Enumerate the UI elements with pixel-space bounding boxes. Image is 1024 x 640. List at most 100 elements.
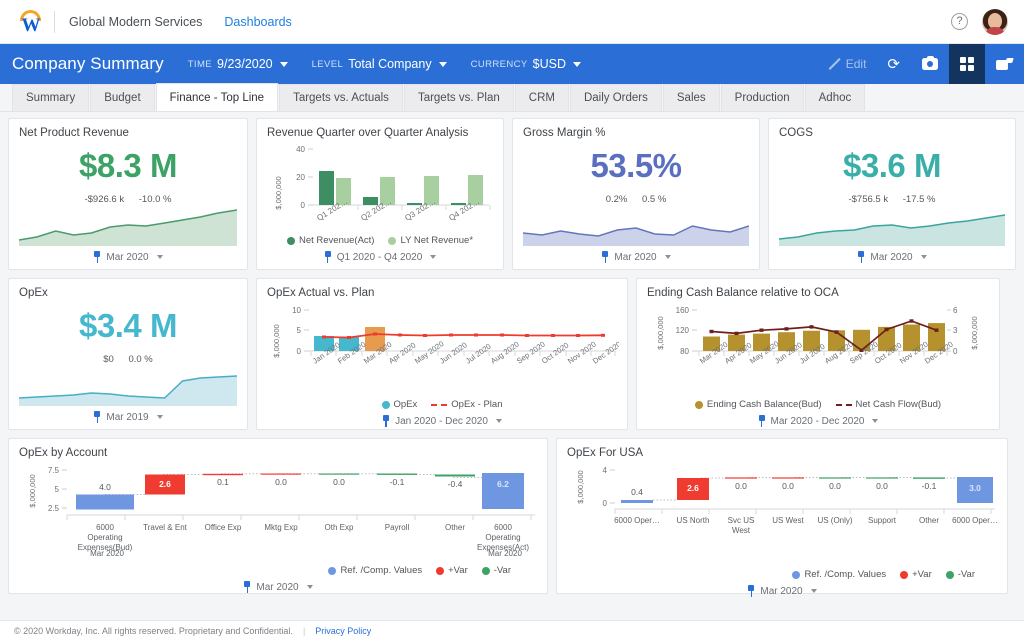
tab-sales[interactable]: Sales bbox=[663, 84, 720, 111]
chevron-down-icon[interactable] bbox=[157, 415, 163, 419]
card-gross-margin[interactable]: Gross Margin % 53.5% 0.2% 0.5 % Mar 2020 bbox=[512, 118, 760, 270]
card-net-product-revenue[interactable]: Net Product Revenue $8.3 M -$926.6 k -10… bbox=[8, 118, 248, 270]
kpi-deltas: 0.2% 0.5 % bbox=[523, 194, 749, 205]
tab-daily-orders[interactable]: Daily Orders bbox=[570, 84, 662, 111]
legend-label: Ref. /Comp. Values bbox=[340, 565, 422, 576]
edit-button[interactable]: Edit bbox=[817, 44, 877, 84]
tab-adhoc[interactable]: Adhoc bbox=[805, 84, 866, 111]
card-opex-actual-vs-plan[interactable]: OpEx Actual vs. Plan $,000,000 10 5 0 bbox=[256, 278, 628, 430]
legend-item-net-cash-flow[interactable]: Net Cash Flow(Bud) bbox=[836, 399, 942, 410]
card-footer-label[interactable]: Mar 2020 bbox=[256, 582, 298, 593]
legend-item-plus-var[interactable]: +Var bbox=[900, 569, 932, 580]
tab-targets-vs-plan[interactable]: Targets vs. Plan bbox=[404, 84, 514, 111]
legend-item-opex[interactable]: OpEx bbox=[382, 399, 418, 410]
svg-text:Operating: Operating bbox=[485, 533, 520, 542]
kpi-delta-abs: -$926.6 k bbox=[84, 194, 124, 205]
card-footer[interactable]: Mar 2020 bbox=[523, 246, 749, 263]
chevron-down-icon[interactable] bbox=[921, 255, 927, 259]
svg-text:Aug 2020: Aug 2020 bbox=[489, 340, 521, 366]
tab-targets-vs-actuals[interactable]: Targets vs. Actuals bbox=[279, 84, 403, 111]
chevron-down-icon[interactable] bbox=[496, 419, 502, 423]
pin-icon[interactable] bbox=[601, 251, 609, 263]
legend-item-plus-var[interactable]: +Var bbox=[436, 565, 468, 576]
legend-item-net-revenue-act[interactable]: Net Revenue(Act) bbox=[287, 235, 375, 246]
card-footer-label[interactable]: Mar 2019 bbox=[106, 412, 148, 423]
card-footer[interactable]: Mar 2020 - Dec 2020 bbox=[647, 410, 989, 427]
card-ending-cash-balance[interactable]: Ending Cash Balance relative to OCA $,00… bbox=[636, 278, 1000, 430]
card-footer[interactable]: Mar 2019 bbox=[19, 406, 237, 423]
pin-icon[interactable] bbox=[93, 251, 101, 263]
question-circle-icon[interactable]: ? bbox=[951, 13, 968, 30]
card-opex[interactable]: OpEx $3.4 M $0 0.0 % Mar 2019 bbox=[8, 278, 248, 430]
pin-icon[interactable] bbox=[93, 411, 101, 423]
card-revenue-quarter-over-quarter[interactable]: Revenue Quarter over Quarter Analysis $,… bbox=[256, 118, 504, 270]
screenshot-button[interactable] bbox=[911, 44, 949, 84]
legend-item-ending-cash-balance[interactable]: Ending Cash Balance(Bud) bbox=[695, 399, 822, 410]
legend-item-minus-var[interactable]: -Var bbox=[946, 569, 975, 580]
card-footer[interactable]: Mar 2020 bbox=[779, 246, 1005, 263]
presentation-button[interactable] bbox=[985, 44, 1024, 84]
card-footer[interactable]: Q1 2020 - Q4 2020 bbox=[267, 246, 493, 263]
card-cogs[interactable]: COGS $3.6 M -$756.5 k -17.5 % Mar 2020 bbox=[768, 118, 1016, 270]
legend-item-ly-net-revenue[interactable]: LY Net Revenue* bbox=[388, 235, 473, 246]
header-toolbar: Edit ⟳ bbox=[817, 44, 1024, 84]
card-footer[interactable]: Mar 2020 bbox=[19, 246, 237, 263]
user-avatar[interactable] bbox=[982, 9, 1008, 35]
pin-icon[interactable] bbox=[382, 415, 390, 427]
prompt-level[interactable]: LEVEL Total Company bbox=[312, 57, 447, 71]
card-opex-for-usa[interactable]: OpEx For USA $,000,000 4 0 bbox=[556, 438, 1008, 594]
chevron-down-icon[interactable] bbox=[430, 255, 436, 259]
nav-link-dashboards[interactable]: Dashboards bbox=[224, 15, 291, 29]
svg-text:Oth Exp: Oth Exp bbox=[325, 523, 354, 532]
legend-item-ref-comp-values[interactable]: Ref. /Comp. Values bbox=[328, 565, 422, 576]
tab-production[interactable]: Production bbox=[721, 84, 804, 111]
prompt-currency[interactable]: CURRENCY $USD bbox=[471, 57, 581, 71]
card-footer-label[interactable]: Jan 2020 - Dec 2020 bbox=[395, 416, 488, 427]
legend-label: +Var bbox=[448, 565, 468, 576]
card-footer[interactable]: Mar 2020 bbox=[567, 580, 997, 597]
refresh-button[interactable]: ⟳ bbox=[876, 44, 911, 84]
chevron-down-icon[interactable] bbox=[665, 255, 671, 259]
chevron-down-icon[interactable] bbox=[811, 589, 817, 593]
card-title: OpEx by Account bbox=[19, 447, 537, 459]
workday-logo-icon[interactable]: W bbox=[16, 7, 46, 37]
card-footer-label[interactable]: Mar 2020 bbox=[614, 252, 656, 263]
legend-swatch bbox=[836, 404, 852, 406]
chart-opex-actual-vs-plan: $,000,000 10 5 0 bbox=[267, 301, 617, 399]
card-footer[interactable]: Mar 2020 bbox=[19, 576, 537, 593]
svg-text:0: 0 bbox=[953, 347, 958, 356]
legend-item-opex-plan[interactable]: OpEx - Plan bbox=[431, 399, 502, 410]
card-footer[interactable]: Jan 2020 - Dec 2020 bbox=[267, 410, 617, 427]
card-footer-label[interactable]: Mar 2020 bbox=[760, 586, 802, 597]
privacy-policy-link[interactable]: Privacy Policy bbox=[315, 626, 371, 636]
card-footer-label[interactable]: Mar 2020 bbox=[106, 252, 148, 263]
legend-item-minus-var[interactable]: -Var bbox=[482, 565, 511, 576]
pin-icon[interactable] bbox=[747, 585, 755, 597]
legend-swatch bbox=[328, 567, 336, 575]
pin-icon[interactable] bbox=[243, 581, 251, 593]
svg-text:0.0: 0.0 bbox=[333, 477, 345, 487]
chevron-down-icon[interactable] bbox=[157, 255, 163, 259]
chevron-down-icon[interactable] bbox=[872, 419, 878, 423]
pin-icon[interactable] bbox=[758, 415, 766, 427]
tab-budget[interactable]: Budget bbox=[90, 84, 154, 111]
tab-finance-top-line[interactable]: Finance - Top Line bbox=[156, 83, 278, 111]
card-footer-label[interactable]: Mar 2020 - Dec 2020 bbox=[771, 416, 865, 427]
grid-layout-button[interactable] bbox=[949, 44, 985, 84]
tab-summary[interactable]: Summary bbox=[12, 84, 89, 111]
pin-icon[interactable] bbox=[857, 251, 865, 263]
prompt-time[interactable]: TIME 9/23/2020 bbox=[188, 57, 288, 71]
legend-item-ref-comp-values[interactable]: Ref. /Comp. Values bbox=[792, 569, 886, 580]
card-footer-label[interactable]: Q1 2020 - Q4 2020 bbox=[337, 252, 423, 263]
pin-icon[interactable] bbox=[324, 251, 332, 263]
tab-crm[interactable]: CRM bbox=[515, 84, 569, 111]
presentation-icon bbox=[996, 58, 1013, 70]
svg-text:$,000,000: $,000,000 bbox=[576, 470, 585, 503]
card-opex-by-account[interactable]: OpEx by Account $,000,000 7.5 5 2.5 bbox=[8, 438, 548, 594]
chart-legend: Ending Cash Balance(Bud) Net Cash Flow(B… bbox=[647, 399, 989, 410]
kpi-deltas: -$926.6 k -10.0 % bbox=[19, 194, 237, 205]
svg-text:Office Exp: Office Exp bbox=[205, 523, 242, 532]
card-footer-label[interactable]: Mar 2020 bbox=[870, 252, 912, 263]
kpi-value: $8.3 M bbox=[19, 149, 237, 182]
chevron-down-icon[interactable] bbox=[307, 585, 313, 589]
